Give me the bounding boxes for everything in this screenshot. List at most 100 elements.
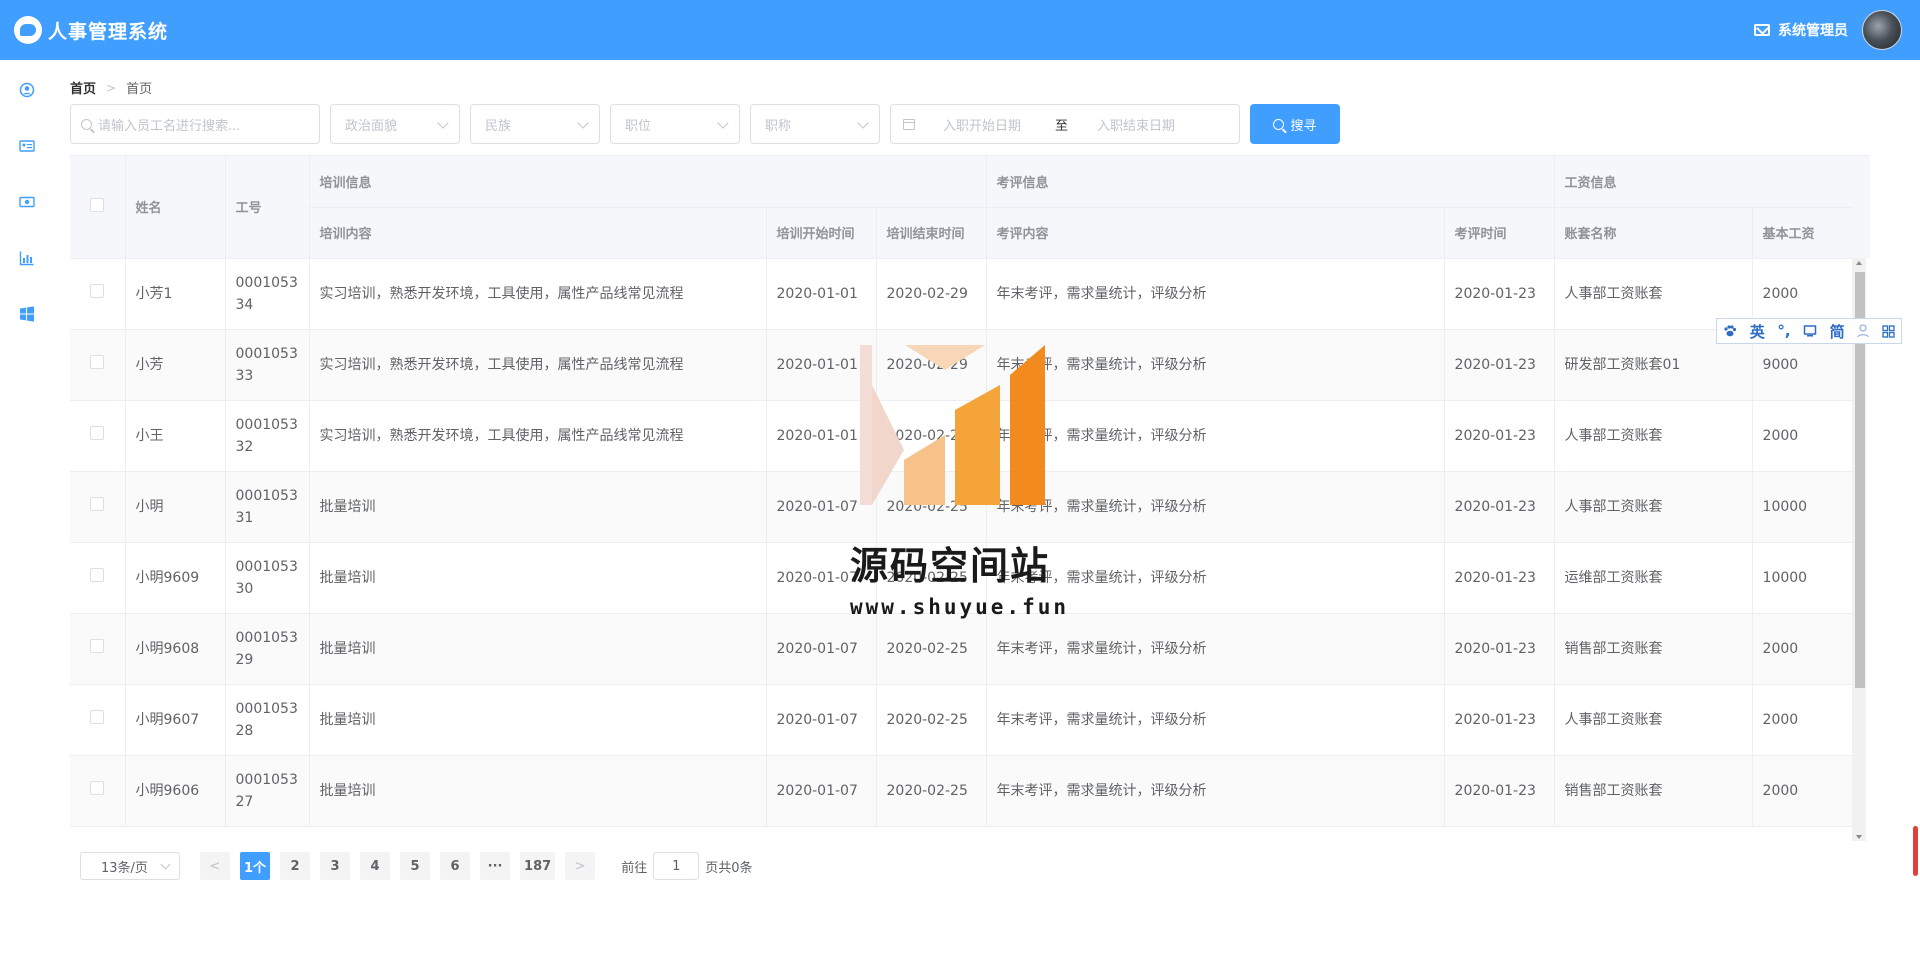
col-header-base-salary[interactable]: 基本工资 <box>1752 207 1853 259</box>
user-circle-icon[interactable] <box>18 81 36 99</box>
bar-chart-icon[interactable] <box>18 249 36 267</box>
col-header-train-start[interactable]: 培训开始时间 <box>766 207 877 259</box>
paw-icon[interactable] <box>1723 324 1737 338</box>
position-select[interactable]: 职位 <box>610 104 740 144</box>
date-start-input[interactable]: 入职开始日期 <box>943 115 1021 134</box>
table-row[interactable]: 小芳 000105333 实习培训，熟悉开发环境，工具使用，属性产品线常见流程 202… <box>70 329 1853 401</box>
political-status-select[interactable]: 政治面貌 <box>330 104 460 144</box>
col-header-name[interactable]: 姓名 <box>125 156 226 259</box>
page-button[interactable]: 187 <box>520 852 556 880</box>
admin-name[interactable]: 系统管理员 <box>1778 20 1848 40</box>
date-end-input[interactable]: 入职结束日期 <box>1097 115 1175 134</box>
page-button[interactable]: 5 <box>400 852 431 880</box>
table-row[interactable]: 小明9607 000105328 批量培训 2020-01-07 2020-02-25 年… <box>70 684 1853 756</box>
cell-base-salary: 10000 <box>1752 542 1853 614</box>
row-checkbox[interactable] <box>90 567 105 582</box>
goto-page-input[interactable]: 1 <box>653 852 700 880</box>
cell-salary-name: 运维部工资账套 <box>1554 542 1753 614</box>
date-range-picker[interactable]: 入职开始日期 至 入职结束日期 <box>890 104 1240 144</box>
search-icon <box>81 118 92 130</box>
page-button[interactable]: 1个 <box>240 852 271 880</box>
table-row[interactable]: 小明9609 000105330 批量培训 2020-01-07 2020-02-25 年… <box>70 542 1853 614</box>
select-all-cell <box>70 156 126 259</box>
row-select-cell <box>70 329 126 401</box>
job-level-select[interactable]: 职称 <box>750 104 880 144</box>
chevron-down-icon <box>717 117 729 129</box>
brand[interactable]: 人事管理系统 <box>14 16 168 44</box>
id-card-icon[interactable] <box>18 137 36 155</box>
cell-appr-time: 2020-01-23 <box>1444 329 1555 401</box>
cell-train-start: 2020-01-07 <box>766 471 877 543</box>
cell-train-start: 2020-01-01 <box>766 400 877 472</box>
top-navbar: 人事管理系统 系统管理员 <box>0 0 1920 60</box>
cell-name: 小明 <box>125 471 226 543</box>
group-header-training: 培训信息 <box>309 156 987 208</box>
cell-name: 小芳 <box>125 329 226 401</box>
col-header-code[interactable]: 工号 <box>225 156 310 259</box>
table-row[interactable]: 小王 000105332 实习培训，熟悉开发环境，工具使用，属性产品线常见流程 202… <box>70 400 1853 472</box>
grid-icon[interactable] <box>1882 324 1895 338</box>
row-checkbox[interactable] <box>90 354 105 369</box>
next-page-button[interactable]: > <box>565 852 596 880</box>
group-header-salary: 工资信息 <box>1554 156 1853 208</box>
cell-appr-content: 年末考评，需求量统计，评级分析 <box>986 471 1445 543</box>
prev-page-button[interactable]: < <box>200 852 230 880</box>
cup-icon[interactable] <box>1803 324 1817 338</box>
money-icon[interactable] <box>18 193 36 211</box>
avatar[interactable] <box>1862 10 1902 50</box>
table-row[interactable]: 小明9608 000105329 批量培训 2020-01-07 2020-02-25 年… <box>70 613 1853 685</box>
group-header-appraisal: 考评信息 <box>986 156 1555 208</box>
row-checkbox[interactable] <box>90 780 105 795</box>
col-header-train-end[interactable]: 培训结束时间 <box>876 207 987 259</box>
ime-simplified-toggle[interactable]: 简 <box>1830 321 1845 342</box>
cell-appr-time: 2020-01-23 <box>1444 755 1555 827</box>
ime-user-icon[interactable] <box>1857 324 1869 338</box>
page-button[interactable]: 4 <box>360 852 391 880</box>
row-checkbox[interactable] <box>90 283 105 298</box>
pagination: 13条/页 < 1个 2 3 4 5 6 ··· 187 > 前往 1 页共0条 <box>80 852 752 880</box>
cell-base-salary: 2000 <box>1752 755 1853 827</box>
cell-appr-time: 2020-01-23 <box>1444 471 1555 543</box>
table-scrollbar[interactable] <box>1852 258 1866 841</box>
page-button[interactable]: 6 <box>440 852 471 880</box>
page-list: 1个 2 3 4 5 6 ··· 187 <box>230 852 556 880</box>
table-row[interactable]: 小明 000105331 批量培训 2020-01-07 2020-02-25 年末考评，… <box>70 471 1853 543</box>
windows-icon[interactable] <box>18 305 36 323</box>
cell-train-end: 2020-02-25 <box>876 684 987 756</box>
row-checkbox[interactable] <box>90 709 105 724</box>
cell-appr-content: 年末考评，需求量统计，评级分析 <box>986 755 1445 827</box>
table-row[interactable]: 小芳1 000105334 实习培训，熟悉开发环境，工具使用，属性产品线常见流程 20… <box>70 258 1853 330</box>
cell-train-start: 2020-01-01 <box>766 329 877 401</box>
col-header-salary-name[interactable]: 账套名称 <box>1554 207 1753 259</box>
search-input[interactable]: 请输入员工名进行搜索... <box>70 104 320 144</box>
cell-appr-content: 年末考评，需求量统计，评级分析 <box>986 542 1445 614</box>
breadcrumb-home[interactable]: 首页 <box>70 78 96 97</box>
ime-toolbar[interactable]: 英 °, 简 <box>1716 318 1902 344</box>
select-all-checkbox[interactable] <box>90 197 105 212</box>
breadcrumb: 首页 > 首页 <box>70 78 152 98</box>
scroll-up-icon[interactable] <box>1856 261 1862 265</box>
col-header-appr-time[interactable]: 考评时间 <box>1444 207 1555 259</box>
mail-icon[interactable] <box>1754 24 1770 36</box>
page-size-select[interactable]: 13条/页 <box>80 852 180 880</box>
cell-base-salary: 2000 <box>1752 400 1853 472</box>
col-header-appr-content[interactable]: 考评内容 <box>986 207 1445 259</box>
page-button[interactable]: 3 <box>320 852 351 880</box>
scroll-down-icon[interactable] <box>1856 835 1862 839</box>
col-header-train-content[interactable]: 培训内容 <box>309 207 767 259</box>
page-button[interactable]: 2 <box>280 852 311 880</box>
row-checkbox[interactable] <box>90 425 105 440</box>
nation-select[interactable]: 民族 <box>470 104 600 144</box>
cell-name: 小芳1 <box>125 258 226 330</box>
row-select-cell <box>70 258 126 330</box>
table-row[interactable]: 小明9606 000105327 批量培训 2020-01-07 2020-02-25 年… <box>70 755 1853 827</box>
row-checkbox[interactable] <box>90 638 105 653</box>
user-area: 系统管理员 <box>1754 0 1920 60</box>
cell-code: 000105330 <box>225 542 310 614</box>
ime-punctuation-toggle[interactable]: °, <box>1777 322 1790 340</box>
ime-english-toggle[interactable]: 英 <box>1750 321 1765 342</box>
row-checkbox[interactable] <box>90 496 105 511</box>
search-button[interactable]: 搜寻 <box>1250 104 1340 144</box>
cell-code: 000105328 <box>225 684 310 756</box>
page-button[interactable]: ··· <box>480 852 511 880</box>
